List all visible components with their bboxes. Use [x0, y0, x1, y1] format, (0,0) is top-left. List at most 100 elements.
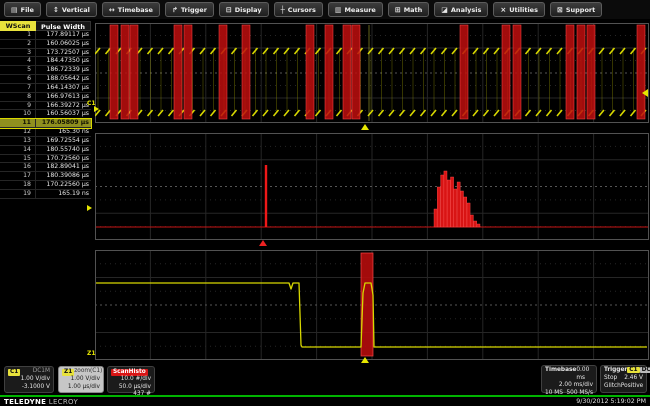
- pulse-width-value: 180.55740 µs: [36, 146, 91, 154]
- menu-item-label: Support: [566, 6, 595, 14]
- menu-item-support[interactable]: ⊠Support: [550, 2, 602, 17]
- datetime: 9/30/2012 5:19:02 PM: [576, 398, 646, 405]
- menu-item-math[interactable]: ⊞Math: [388, 2, 429, 17]
- wscan-table: WScan Pulse Width 1177.89117 µs2160.0602…: [0, 21, 91, 199]
- row-index: 19: [0, 190, 36, 198]
- pulse-width-value: 165.30 ns: [36, 128, 91, 136]
- table-row[interactable]: 19165.19 ns: [0, 190, 91, 199]
- table-row[interactable]: 10160.56037 µs: [0, 110, 91, 119]
- trigger-delay-marker-top-icon[interactable]: [361, 124, 369, 130]
- table-row[interactable]: 3173.72507 µs: [0, 49, 91, 58]
- row-index: 4: [0, 57, 36, 65]
- oscilloscope-app: { "colors": { "accent_yellow": "#e6e600"…: [0, 0, 650, 406]
- menu-item-label: Timebase: [118, 6, 153, 14]
- menu-item-analysis[interactable]: ◪Analysis: [434, 2, 488, 17]
- row-index: 18: [0, 181, 36, 189]
- menu-item-display[interactable]: ⊟Display: [219, 2, 269, 17]
- c1-offset-arrow-icon[interactable]: [642, 89, 648, 97]
- scanhisto-badge: ScanHisto: [111, 369, 148, 376]
- table-row[interactable]: 16182.89041 µs: [0, 163, 91, 172]
- menu-item-timebase[interactable]: ↔Timebase: [102, 2, 160, 17]
- trigger-icon: ↱: [172, 6, 178, 14]
- table-row[interactable]: 13169.72554 µs: [0, 137, 91, 146]
- c1-trace-start-marker-icon: [94, 106, 99, 112]
- row-index: 11: [0, 119, 36, 127]
- table-row[interactable]: 8166.97613 µs: [0, 93, 91, 102]
- vertical-icon: ↕: [53, 6, 59, 14]
- table-row[interactable]: 7164.14307 µs: [0, 84, 91, 93]
- scanhisto-descriptor-box[interactable]: ScanHisto 10.0 #/div 50.0 µs/div 437 #: [107, 366, 155, 393]
- pulse-width-value: 170.72560 µs: [36, 155, 91, 163]
- table-row[interactable]: 15170.72560 µs: [0, 155, 91, 164]
- row-index: 2: [0, 40, 36, 48]
- menu-item-measure[interactable]: ▥Measure: [328, 2, 383, 17]
- pulse-width-value: 160.06025 µs: [36, 40, 91, 48]
- z1-badge: Z1: [62, 369, 74, 376]
- menu-item-cursors[interactable]: ┼Cursors: [274, 2, 323, 17]
- pulse-width-value: 177.89117 µs: [36, 31, 91, 39]
- table-row[interactable]: 18170.22560 µs: [0, 181, 91, 190]
- row-index: 15: [0, 155, 36, 163]
- measure-icon: ▥: [335, 6, 342, 14]
- panel-scanhisto[interactable]: [95, 133, 649, 240]
- c1-coupling: DC1M: [33, 368, 50, 376]
- histogram-cursor-marker-icon[interactable]: [259, 240, 267, 246]
- pulse-width-value: 176.05809 µs: [36, 119, 91, 127]
- trigger-title: Trigger: [604, 367, 627, 375]
- menu-item-label: Measure: [344, 6, 375, 14]
- menu-item-vertical[interactable]: ↕Vertical: [46, 2, 97, 17]
- pulse-width-value: 173.72507 µs: [36, 49, 91, 57]
- menu-item-utilities[interactable]: ×Utilities: [493, 2, 545, 17]
- panel-z1-zoom[interactable]: [95, 250, 649, 360]
- scanhisto-width-per-div: 50.0 µs/div: [111, 384, 151, 392]
- pulse-width-value: 184.47350 µs: [36, 57, 91, 65]
- scanhisto-counts-per-div: 10.0 #/div: [111, 376, 151, 384]
- pulse-width-value: 164.14307 µs: [36, 84, 91, 92]
- table-row[interactable]: 5186.72339 µs: [0, 66, 91, 75]
- table-row[interactable]: 9166.39272 µs: [0, 102, 91, 111]
- timebase-delay: 0.00 ms: [576, 367, 593, 382]
- table-row[interactable]: 2160.06025 µs: [0, 40, 91, 49]
- table-row[interactable]: 4184.47350 µs: [0, 57, 91, 66]
- z1-descriptor-box[interactable]: Z1 zoom(C1) 1.00 V/div 1.00 µs/div: [58, 366, 104, 393]
- menu-item-file[interactable]: ▤File: [4, 2, 41, 17]
- wscan-table-header: WScan Pulse Width: [0, 21, 91, 31]
- panel-c1-pulse-train[interactable]: [95, 23, 649, 123]
- trigger-type: Glitch: [604, 383, 621, 391]
- menu-item-label: Math: [404, 6, 423, 14]
- table-row[interactable]: 14180.55740 µs: [0, 146, 91, 155]
- trigger-mode: Stop: [604, 375, 617, 383]
- table-row[interactable]: 17180.39086 µs: [0, 172, 91, 181]
- row-index: 14: [0, 146, 36, 154]
- menu-item-label: Analysis: [451, 6, 481, 14]
- pulse-width-value: 182.89041 µs: [36, 163, 91, 171]
- menu-item-label: Vertical: [62, 6, 90, 14]
- timebase-title: Timebase: [545, 367, 576, 382]
- menu-item-trigger[interactable]: ↱Trigger: [165, 2, 214, 17]
- table-row[interactable]: 6188.05642 µs: [0, 75, 91, 84]
- pulse-width-value: 186.72339 µs: [36, 66, 91, 74]
- table-row[interactable]: 1177.89117 µs: [0, 31, 91, 40]
- waveform-display-area[interactable]: C1 Z1: [95, 23, 649, 360]
- row-index: 8: [0, 93, 36, 101]
- trigger-delay-marker-bottom-icon[interactable]: [361, 357, 369, 363]
- support-icon: ⊠: [557, 6, 563, 14]
- timebase-icon: ↔: [109, 6, 115, 14]
- timebase-per-div: 2.00 ms/div: [545, 382, 593, 390]
- row-index: 1: [0, 31, 36, 39]
- table-row[interactable]: 12165.30 ns: [0, 128, 91, 137]
- timebase-box[interactable]: Timebase 0.00 ms 2.00 ms/div 10 MS 500 M…: [541, 365, 597, 393]
- pulse-width-value: 188.05642 µs: [36, 75, 91, 83]
- menu-item-label: Cursors: [288, 6, 316, 14]
- pulse-width-value: 169.72554 µs: [36, 137, 91, 145]
- c1-descriptor-box[interactable]: C1 DC1M 1.00 V/div -3.1000 V: [4, 366, 54, 393]
- table-row[interactable]: 11176.05809 µs: [0, 119, 91, 128]
- trigger-slope: Positive: [621, 383, 643, 391]
- pulse-width-value: 166.97613 µs: [36, 93, 91, 101]
- z1-channel-label: Z1: [87, 350, 96, 357]
- row-index: 17: [0, 172, 36, 180]
- trigger-box[interactable]: Trigger C1DC Stop 2.46 V Glitch Positive: [600, 365, 647, 393]
- row-index: 12: [0, 128, 36, 136]
- z1-source: zoom(C1): [74, 368, 102, 376]
- c1-volts-per-div: 1.00 V/div: [8, 376, 50, 384]
